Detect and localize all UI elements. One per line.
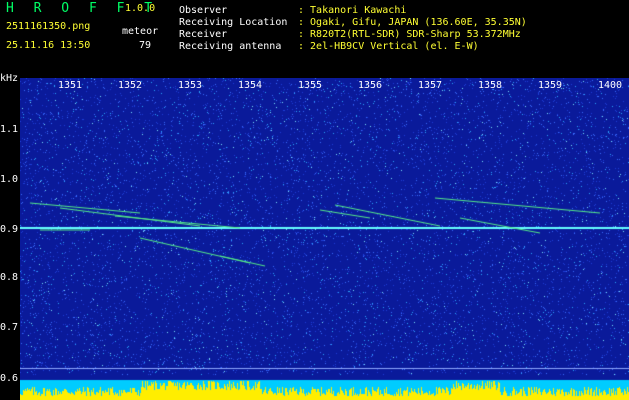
axis-unit-label: kHz (0, 73, 19, 84)
observer-value: : Takanori Kawachi (298, 5, 407, 16)
y-tick-label: 0.6 (0, 373, 19, 384)
x-tick-label: 1352 (118, 80, 143, 91)
spectrogram-plot (20, 78, 629, 400)
y-tick-label: 0.8 (0, 272, 19, 283)
x-tick-label: 1357 (418, 80, 443, 91)
y-tick-label: 0.7 (0, 322, 19, 333)
x-tick-label: 1359 (538, 80, 563, 91)
x-tick-label: 1354 (238, 80, 263, 91)
header-panel: H R O F F T 1.0.0 2511161350.png meteor … (0, 0, 629, 75)
x-tick-label: 1358 (478, 80, 503, 91)
antenna-value: : 2el-HB9CV Vertical (el. E-W) (298, 41, 479, 52)
location-label: Receiving Location (179, 17, 288, 28)
meteor-label: meteor (122, 26, 159, 37)
file-name: 2511161350.png (6, 21, 91, 32)
location-value: : Ogaki, Gifu, JAPAN (136.60E, 35.35N) (298, 17, 527, 28)
datetime: 25.11.16 13:50 (6, 40, 91, 51)
x-tick-label: 1355 (298, 80, 323, 91)
antenna-label: Receiving antenna (179, 41, 282, 52)
x-tick-label: 1353 (178, 80, 203, 91)
receiver-value: : R820T2(RTL-SDR) SDR-Sharp 53.372MHz (298, 29, 521, 40)
y-tick-label: 1.0 (0, 174, 19, 185)
meteor-count: 79 (139, 40, 152, 51)
app-version: 1.0.0 (125, 3, 156, 14)
receiver-label: Receiver (179, 29, 228, 40)
x-tick-label: 1400 (598, 80, 623, 91)
y-tick-label: 1.1 (0, 124, 19, 135)
x-tick-label: 1356 (358, 80, 383, 91)
observer-label: Observer (179, 5, 228, 16)
x-tick-label: 1351 (58, 80, 83, 91)
y-tick-label: 0.9 (0, 224, 19, 235)
